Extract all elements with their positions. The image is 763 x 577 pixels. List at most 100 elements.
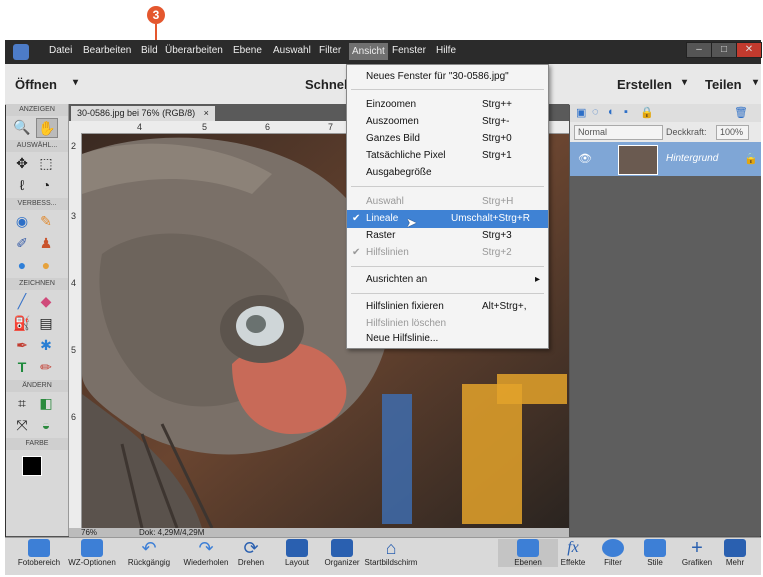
- adjustment-layer-icon[interactable]: ◐: [608, 106, 615, 118]
- layer-mask-icon[interactable]: ▪: [624, 106, 628, 118]
- red-eye-tool-icon[interactable]: ◉: [12, 212, 32, 230]
- menu-item-print-size[interactable]: Ausgabegröße: [347, 164, 548, 182]
- content-aware-move-tool-icon[interactable]: ⤧: [12, 416, 32, 434]
- opacity-label: Deckkraft:: [666, 127, 707, 137]
- status-bar: 76% Dok: 4,29M/4,29M: [69, 528, 569, 537]
- blur-tool-icon[interactable]: ●: [12, 256, 32, 274]
- foreground-color-swatch[interactable]: [22, 456, 42, 476]
- menu-item-label: Ausgabegröße: [366, 167, 432, 178]
- opacity-field[interactable]: 100%: [716, 125, 749, 140]
- ruler-mark: 6: [71, 412, 77, 422]
- layer-thumbnail: [618, 145, 658, 175]
- effects-icon: fx: [567, 539, 579, 556]
- menu-item-new-window[interactable]: Neues Fenster für "30-0586.jpg": [347, 68, 548, 86]
- smart-brush-tool-icon[interactable]: ✐: [12, 234, 32, 252]
- gradient-tool-icon[interactable]: ▤: [36, 314, 56, 332]
- menu-hilfe[interactable]: Hilfe: [436, 45, 456, 56]
- menu-item-shortcut: Umschalt+Strg+R: [451, 213, 530, 224]
- menu-datei[interactable]: Datei: [49, 45, 72, 56]
- open-button[interactable]: Öffnen: [15, 77, 57, 92]
- custom-shape-tool-icon[interactable]: ✱: [36, 336, 56, 354]
- tool-options-button[interactable]: WZ-Optionen: [62, 539, 122, 567]
- organizer-icon: [331, 539, 353, 557]
- share-dropdown-icon[interactable]: ▾: [753, 77, 758, 88]
- menu-ueberarbeiten[interactable]: Überarbeiten: [165, 45, 223, 56]
- ruler-mark: 6: [265, 122, 271, 132]
- sponge-tool-icon[interactable]: ●: [36, 256, 56, 274]
- layer-row-background[interactable]: 👁 Hintergrund 🔒: [570, 142, 761, 176]
- eyedropper-tool-icon[interactable]: ✒: [12, 336, 32, 354]
- create-button[interactable]: Erstellen: [617, 77, 672, 92]
- mode-tab-schnell[interactable]: Schnell: [305, 77, 351, 92]
- crop-tool-icon[interactable]: ⌗: [12, 394, 32, 412]
- menu-item-guides[interactable]: ✔ Hilfslinien Strg+2: [347, 244, 548, 262]
- new-group-icon[interactable]: ◌: [592, 106, 599, 118]
- lock-icon[interactable]: 🔒: [640, 106, 654, 119]
- brush-tool-icon[interactable]: ╱: [12, 292, 32, 310]
- menu-item-rulers[interactable]: ✔ Lineale Umschalt+Strg+R: [347, 210, 548, 228]
- document-tab[interactable]: 30-0586.jpg bei 76% (RGB/8) ×: [71, 106, 215, 121]
- menu-bearbeiten[interactable]: Bearbeiten: [83, 45, 131, 56]
- new-layer-icon[interactable]: ▣: [576, 106, 586, 119]
- menu-item-shortcut: Strg++: [482, 99, 513, 110]
- menu-fenster[interactable]: Fenster: [392, 45, 426, 56]
- layer-name: Hintergrund: [666, 153, 719, 164]
- menu-item-zoom-out[interactable]: Auszoomen Strg+-: [347, 113, 548, 131]
- blend-mode-select[interactable]: Normal: [574, 125, 663, 140]
- marquee-tool-icon[interactable]: ⬚: [36, 154, 56, 172]
- straighten-tool-icon[interactable]: ◒: [36, 416, 56, 434]
- menu-ebene[interactable]: Ebene: [233, 45, 262, 56]
- menu-item-zoom-in[interactable]: Einzoomen Strg++: [347, 96, 548, 114]
- menu-item-lock-guides[interactable]: Hilfslinien fixieren Alt+Strg+,: [347, 298, 548, 316]
- visibility-eye-icon[interactable]: 👁: [578, 152, 592, 165]
- create-dropdown-icon[interactable]: ▾: [682, 77, 687, 88]
- menu-item-actual-pixels[interactable]: Tatsächliche Pixel Strg+1: [347, 147, 548, 165]
- layer-options: Normal Deckkraft: 100%: [570, 122, 761, 142]
- clone-stamp-tool-icon[interactable]: ♟: [36, 234, 56, 252]
- recompose-tool-icon[interactable]: ◧: [36, 394, 56, 412]
- close-tab-icon[interactable]: ×: [204, 108, 209, 118]
- more-button[interactable]: Mehr: [711, 539, 759, 567]
- maximize-button[interactable]: □: [711, 42, 737, 58]
- menu-item-shortcut: Strg+2: [482, 247, 512, 258]
- minimize-button[interactable]: –: [686, 42, 712, 58]
- layout-icon: [286, 539, 308, 557]
- ansicht-menu: Neues Fenster für "30-0586.jpg" Einzoome…: [346, 64, 549, 349]
- photo-bin-button[interactable]: Fotobereich: [8, 539, 70, 567]
- undo-icon: ↶: [141, 538, 157, 558]
- menu-item-selection[interactable]: Auswahl Strg+H: [347, 193, 548, 211]
- menu-ansicht[interactable]: Ansicht: [349, 43, 388, 60]
- delete-layer-icon[interactable]: 🗑: [734, 106, 748, 119]
- vertical-ruler: 2 3 4 5 6: [69, 133, 82, 528]
- hand-tool-icon[interactable]: ✋: [36, 118, 58, 138]
- menu-item-grid[interactable]: Raster Strg+3: [347, 227, 548, 245]
- spot-healing-tool-icon[interactable]: ✎: [36, 212, 56, 230]
- move-tool-icon[interactable]: ✥: [12, 154, 32, 172]
- menu-item-label: Einzoomen: [366, 99, 417, 110]
- photo-bin-label: Fotobereich: [17, 558, 61, 567]
- tools-section-enhance: VERBESS...: [6, 198, 68, 210]
- home-screen-button[interactable]: ⌂ Startbildschirm: [361, 539, 421, 567]
- zoom-level[interactable]: 76%: [81, 528, 97, 537]
- menu-bild[interactable]: Bild: [141, 45, 158, 56]
- zoom-tool-icon[interactable]: 🔍: [12, 118, 32, 136]
- share-button[interactable]: Teilen: [705, 77, 742, 92]
- lasso-tool-icon[interactable]: ℓ: [12, 176, 32, 194]
- menu-filter[interactable]: Filter: [319, 45, 341, 56]
- layers-toolbar: ▣ ◌ ◐ ▪ 🔒 🗑: [570, 104, 761, 122]
- pencil-tool-icon[interactable]: ✏: [36, 358, 56, 376]
- eraser-tool-icon[interactable]: ◆: [36, 292, 56, 310]
- menu-auswahl[interactable]: Auswahl: [273, 45, 311, 56]
- menu-item-label: Auswahl: [366, 196, 404, 207]
- menu-item-label: Tatsächliche Pixel: [366, 150, 446, 161]
- menu-item-snap-to[interactable]: Ausrichten an ▸: [347, 271, 548, 289]
- menu-item-new-guide[interactable]: Neue Hilfslinie...: [347, 330, 548, 348]
- paint-bucket-tool-icon[interactable]: ⛽: [12, 314, 32, 332]
- open-dropdown-icon[interactable]: ▾: [73, 77, 78, 88]
- document-info[interactable]: Dok: 4,29M/4,29M: [139, 528, 204, 537]
- type-tool-icon[interactable]: T: [12, 358, 32, 376]
- menu-item-fit-image[interactable]: Ganzes Bild Strg+0: [347, 130, 548, 148]
- quick-select-tool-icon[interactable]: ◔: [36, 176, 56, 194]
- close-window-button[interactable]: ✕: [736, 42, 762, 58]
- undo-button[interactable]: ↶ Rückgängig: [119, 539, 179, 567]
